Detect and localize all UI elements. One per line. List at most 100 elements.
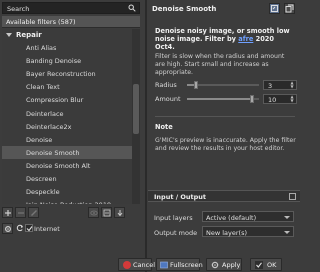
search-input[interactable]: Search: [2, 2, 140, 14]
radius-label: Radius: [155, 81, 177, 89]
radius-param: Radius 3 ▲ ▼: [155, 80, 297, 90]
expand-all-icon: [103, 209, 111, 217]
filter-item-label: Anti Alias: [26, 44, 57, 52]
collapse-all-button[interactable]: [114, 207, 125, 218]
filter-settings-panel: Denoise Smooth Denoise noisy image, or s…: [148, 0, 300, 272]
radius-slider-handle[interactable]: [193, 81, 198, 89]
settings-button[interactable]: [2, 223, 13, 234]
filter-list-item[interactable]: Anti Alias: [2, 41, 132, 54]
fullscreen-icon: [160, 261, 168, 269]
refresh-button[interactable]: [15, 223, 23, 234]
radius-spinbox[interactable]: 3 ▲ ▼: [263, 80, 297, 90]
separator: [155, 116, 295, 117]
input-layers-select[interactable]: Active (default): [202, 211, 294, 222]
filter-header: Denoise Smooth: [148, 2, 298, 16]
amount-slider-handle[interactable]: [249, 95, 254, 103]
filter-list-item[interactable]: Compression Blur: [2, 93, 132, 106]
filter-item-label: Descreen: [26, 175, 57, 183]
output-mode-select[interactable]: New layer(s): [202, 226, 294, 237]
author-link[interactable]: afre: [238, 35, 253, 43]
apply-button[interactable]: Apply: [206, 258, 242, 271]
ok-label: OK: [267, 261, 277, 269]
filter-toolbar: [2, 207, 140, 219]
collapse-all-icon: [117, 210, 123, 217]
output-mode-row: Output mode New layer(s): [154, 226, 300, 238]
amount-spinbox[interactable]: 10 ▲ ▼: [263, 94, 297, 104]
rename-favorite-button[interactable]: [28, 207, 39, 218]
gear-icon: [4, 225, 12, 233]
filter-title: Denoise Smooth: [152, 5, 217, 13]
filter-list-item[interactable]: Denoise: [2, 133, 132, 146]
filter-item-label: Denoise Smooth Alt: [26, 161, 91, 170]
chevron-down-icon: [284, 216, 290, 219]
scrollbar-thumb[interactable]: [133, 84, 139, 134]
spin-down-icon[interactable]: ▼: [289, 85, 295, 89]
filter-list-item[interactable]: Clean Text: [2, 80, 132, 93]
amount-slider-fill: [187, 98, 252, 100]
input-layers-label: Input layers: [154, 214, 193, 222]
cancel-label: Cancel: [133, 261, 156, 269]
io-title: Input / Output: [154, 193, 206, 201]
filter-info: Filter is slow when the radius and amoun…: [155, 53, 285, 76]
cancel-icon: [123, 261, 131, 269]
search-icon: [128, 4, 136, 12]
chevron-down-icon: [284, 231, 290, 234]
input-output-header[interactable]: Input / Output: [148, 190, 300, 202]
fullscreen-label: Fullscreen: [170, 261, 203, 269]
filter-item-label: Clean Text: [26, 83, 60, 92]
filter-item-label: Deinterlace2x: [26, 122, 72, 131]
copy-command-button[interactable]: [284, 3, 295, 14]
remove-favorite-button[interactable]: [15, 207, 26, 218]
filter-item-label: Deinterlace: [26, 109, 64, 118]
filter-item-label: Banding Denoise: [26, 57, 82, 66]
filter-list-item[interactable]: Deinterlace: [2, 107, 132, 120]
filter-list-item[interactable]: Iain Noise Reduction 2019: [2, 198, 132, 204]
gear-icon: [211, 261, 219, 269]
filter-list-item[interactable]: Descreen: [2, 172, 132, 185]
spin-down-icon[interactable]: ▼: [289, 99, 295, 103]
filter-list-item[interactable]: Denoise Smooth Alt: [2, 159, 132, 172]
expand-all-button[interactable]: [101, 207, 112, 218]
filter-list-item[interactable]: Banding Denoise: [2, 54, 132, 67]
options-toolbar: Internet: [2, 223, 140, 235]
amount-value: 10: [268, 96, 277, 104]
filter-description: Denoise noisy image, or smooth low noise…: [155, 27, 293, 51]
fullscreen-button[interactable]: Fullscreen: [156, 258, 203, 271]
internet-label: Internet: [34, 225, 60, 233]
description-line-2: noise image. Filter by afre 2020 Oct4.: [155, 35, 293, 51]
toggle-visibility-button[interactable]: [88, 207, 99, 218]
filter-list-item[interactable]: Denoise Smooth: [2, 145, 132, 159]
available-filters-header[interactable]: Available filters (587): [2, 16, 140, 28]
expand-arrow-icon: [6, 33, 12, 37]
cancel-button[interactable]: Cancel: [118, 258, 156, 271]
reset-parameters-button[interactable]: [269, 3, 280, 14]
dialog-buttons: Cancel Fullscreen Apply OK: [0, 256, 300, 272]
add-favorite-button[interactable]: [2, 207, 13, 218]
filter-item-label: Denoise Smooth: [26, 148, 80, 157]
filter-item-label: Iain Noise Reduction 2019: [26, 201, 111, 204]
search-label: Search: [7, 5, 30, 13]
apply-label: Apply: [222, 261, 241, 269]
checkmark-icon: [255, 261, 263, 269]
category-repair[interactable]: Repair: [2, 30, 132, 41]
filter-list-item[interactable]: Deinterlace2x: [2, 120, 132, 133]
radius-slider-track[interactable]: [187, 84, 259, 86]
collapse-icon[interactable]: [289, 193, 296, 200]
ok-button[interactable]: OK: [250, 258, 282, 271]
filter-list-item[interactable]: Bayer Reconstruction: [2, 67, 132, 80]
filter-browser-panel: Search Available filters (587) Repair An…: [0, 0, 145, 272]
note-title: Note: [155, 123, 173, 131]
filter-item-label: Denoise: [26, 135, 53, 144]
input-layers-value: Active (default): [206, 214, 257, 222]
remove-favorite-icon: [18, 212, 24, 214]
internet-checkbox[interactable]: [25, 224, 33, 232]
output-mode-value: New layer(s): [206, 229, 248, 237]
refresh-icon: [16, 224, 23, 232]
available-filters-label: Available filters (587): [6, 18, 76, 26]
category-label: Repair: [16, 31, 42, 39]
panel-splitter[interactable]: [145, 0, 147, 272]
filter-list-item[interactable]: Despeckle: [2, 185, 132, 198]
eye-icon: [90, 210, 98, 216]
radius-value: 3: [268, 82, 273, 90]
filter-list-scrollbar[interactable]: [132, 29, 140, 204]
